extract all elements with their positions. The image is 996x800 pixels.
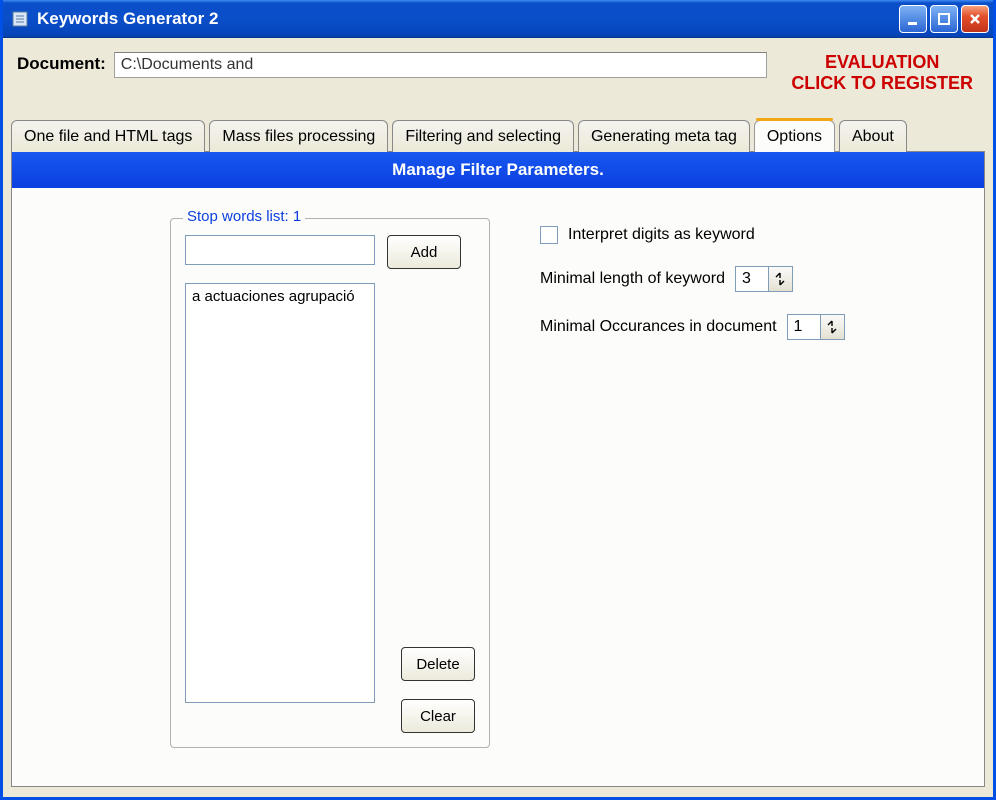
min-occurrences-value[interactable] (788, 315, 820, 339)
tab-strip: One file and HTML tags Mass files proces… (3, 101, 993, 151)
interpret-digits-checkbox[interactable] (540, 226, 558, 244)
spinner-buttons-icon[interactable] (820, 315, 844, 339)
panel-heading: Manage Filter Parameters. (12, 152, 984, 188)
min-length-value[interactable] (736, 267, 768, 291)
min-occurrences-label: Minimal Occurances in document (540, 318, 777, 336)
evaluation-text-1: EVALUATION (791, 52, 973, 73)
titlebar[interactable]: Keywords Generator 2 (3, 0, 993, 38)
list-item[interactable]: a actuaciones agrupació (192, 288, 368, 305)
min-length-spinner[interactable] (735, 266, 793, 292)
maximize-button[interactable] (930, 5, 958, 33)
tab-one-file-html[interactable]: One file and HTML tags (11, 120, 205, 152)
document-label: Document: (17, 52, 106, 74)
spinner-buttons-icon[interactable] (768, 267, 792, 291)
min-occurrences-spinner[interactable] (787, 314, 845, 340)
evaluation-register-link[interactable]: EVALUATION CLICK TO REGISTER (791, 52, 979, 93)
panel-body: Stop words list: 1 Add a actuaciones agr… (12, 188, 984, 786)
stopword-input[interactable] (185, 235, 375, 265)
document-path-input[interactable] (114, 52, 768, 78)
document-header: Document: EVALUATION CLICK TO REGISTER (3, 38, 993, 101)
app-window: Keywords Generator 2 Document: EVALUATIO… (0, 0, 996, 800)
stopwords-listbox[interactable]: a actuaciones agrupació (185, 283, 375, 703)
app-icon (11, 10, 29, 28)
tab-about[interactable]: About (839, 120, 907, 152)
tab-mass-files[interactable]: Mass files processing (209, 120, 388, 152)
evaluation-text-2: CLICK TO REGISTER (791, 73, 973, 94)
tab-filtering[interactable]: Filtering and selecting (392, 120, 574, 152)
window-title: Keywords Generator 2 (37, 9, 899, 29)
interpret-digits-label: Interpret digits as keyword (568, 226, 755, 244)
minimize-button[interactable] (899, 5, 927, 33)
tab-generating-meta[interactable]: Generating meta tag (578, 120, 750, 152)
close-button[interactable] (961, 5, 989, 33)
min-length-label: Minimal length of keyword (540, 270, 725, 288)
stopwords-group-label: Stop words list: 1 (183, 208, 305, 225)
delete-button[interactable]: Delete (401, 647, 475, 681)
window-controls (899, 5, 989, 33)
add-button[interactable]: Add (387, 235, 461, 269)
clear-button[interactable]: Clear (401, 699, 475, 733)
options-panel: Manage Filter Parameters. Stop words lis… (11, 151, 985, 787)
right-options: Interpret digits as keyword Minimal leng… (540, 218, 845, 756)
tab-options[interactable]: Options (754, 120, 835, 152)
stopwords-groupbox: Stop words list: 1 Add a actuaciones agr… (170, 218, 490, 748)
